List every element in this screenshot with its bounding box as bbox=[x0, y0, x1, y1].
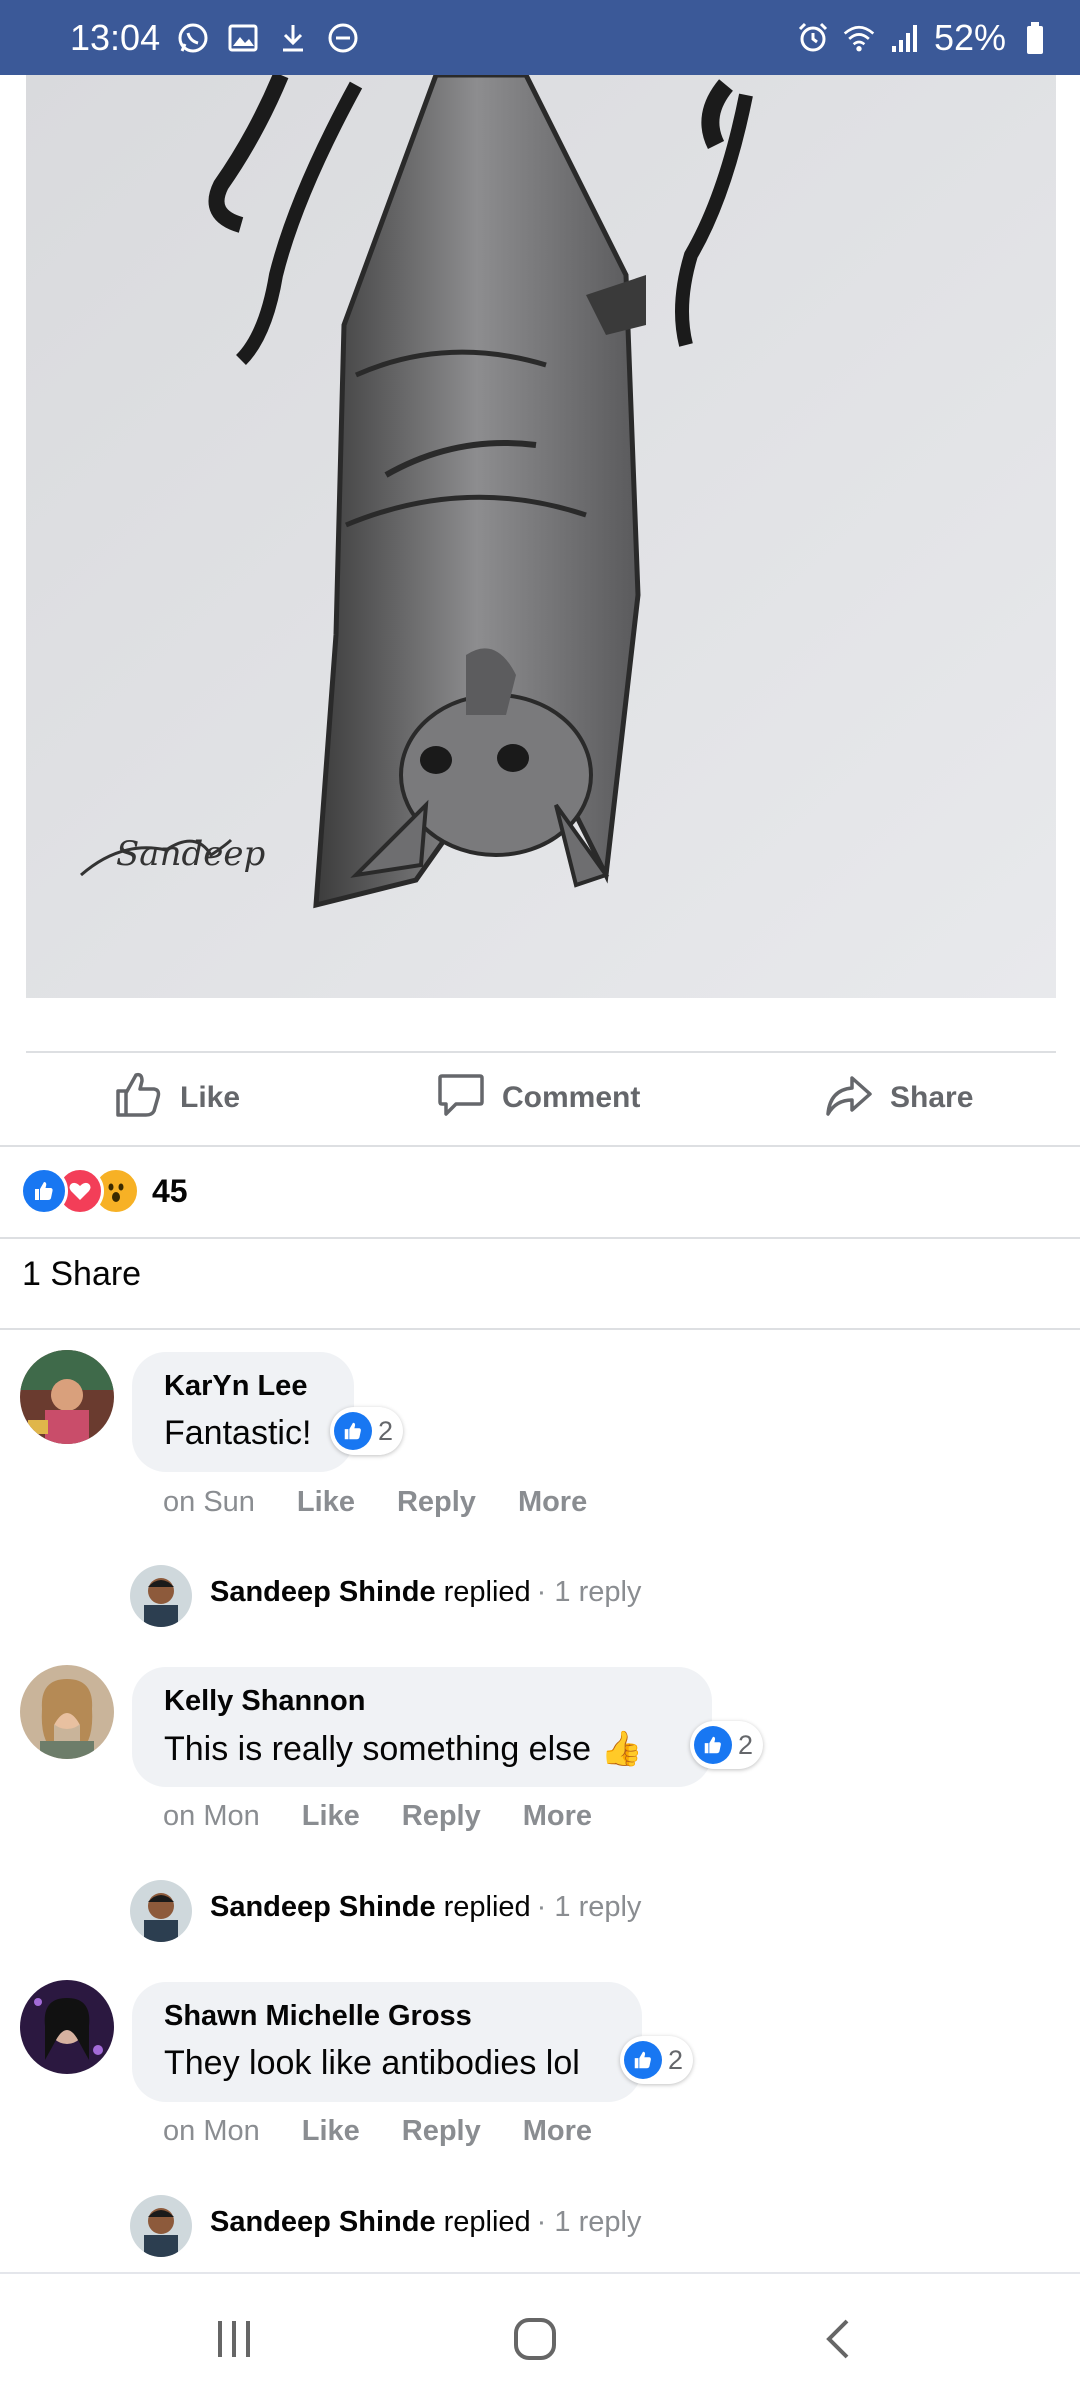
like-reaction-icon bbox=[334, 1412, 372, 1450]
reply-count: · 1 reply bbox=[536, 1576, 642, 1608]
recent-apps-button[interactable] bbox=[204, 2314, 264, 2364]
comment-more-button[interactable]: More bbox=[523, 2115, 592, 2148]
comment-meta: on Mon Like Reply More bbox=[163, 2115, 592, 2148]
alarm-icon bbox=[796, 21, 830, 55]
comment-like-button[interactable]: Like bbox=[297, 1486, 355, 1519]
comment-bubble[interactable]: Kelly Shannon This is really something e… bbox=[132, 1667, 712, 1787]
back-button[interactable] bbox=[808, 2314, 868, 2364]
clock: 13:04 bbox=[70, 16, 161, 58]
post-actions: Like Comment Share bbox=[0, 1050, 1080, 1145]
replied-text: replied bbox=[443, 2206, 531, 2238]
reply-count: · 1 reply bbox=[536, 1891, 642, 1923]
replier-name: Sandeep Shinde bbox=[210, 2206, 436, 2238]
whatsapp-icon bbox=[176, 21, 210, 55]
battery-percent: 52% bbox=[933, 16, 1006, 58]
comment-more-button[interactable]: More bbox=[523, 1800, 592, 1833]
like-button[interactable]: Like bbox=[112, 1050, 240, 1145]
reaction-count: 2 bbox=[378, 1415, 394, 1446]
comment-bubble[interactable]: Shawn Michelle Gross They look like anti… bbox=[132, 1982, 642, 2102]
comment-time: on Sun bbox=[163, 1486, 255, 1518]
comment-reply-button[interactable]: Reply bbox=[397, 1486, 476, 1519]
comment-time: on Mon bbox=[163, 2115, 260, 2147]
replier-name: Sandeep Shinde bbox=[210, 1891, 436, 1923]
reply-summary[interactable]: Sandeep Shinde replied · 1 reply bbox=[210, 2206, 641, 2239]
reply-count: · 1 reply bbox=[536, 2206, 642, 2238]
comment-meta: on Mon Like Reply More bbox=[163, 1800, 592, 1833]
divider bbox=[0, 1237, 1080, 1239]
comment-author[interactable]: Kelly Shannon bbox=[164, 1685, 365, 1718]
status-bar: 13:04 52% bbox=[0, 0, 1080, 75]
comment-text: They look like antibodies lol bbox=[164, 2044, 580, 2082]
comment-text: This is really something else 👍 bbox=[164, 1730, 643, 1768]
share-label: Share bbox=[890, 1080, 974, 1114]
comment-author[interactable]: KarYn Lee bbox=[164, 1370, 307, 1403]
battery-icon bbox=[1018, 21, 1052, 55]
share-count[interactable]: 1 Share bbox=[22, 1255, 141, 1294]
comment-more-button[interactable]: More bbox=[518, 1486, 587, 1519]
share-icon bbox=[824, 1070, 874, 1125]
comment-reaction-badge[interactable]: 2 bbox=[620, 2036, 694, 2084]
comment-label: Comment bbox=[502, 1080, 641, 1114]
replier-avatar[interactable] bbox=[130, 1565, 192, 1627]
replier-avatar[interactable] bbox=[130, 2195, 192, 2257]
divider bbox=[0, 1328, 1080, 1330]
reply-summary[interactable]: Sandeep Shinde replied · 1 reply bbox=[210, 1576, 641, 1609]
home-button[interactable] bbox=[505, 2314, 565, 2364]
replied-text: replied bbox=[443, 1891, 531, 1923]
signature-text: Sandeep bbox=[116, 834, 265, 874]
system-nav-bar bbox=[0, 2272, 1080, 2402]
thumbs-up-icon bbox=[112, 1069, 164, 1126]
gallery-icon bbox=[226, 21, 260, 55]
like-reaction-icon bbox=[694, 1726, 732, 1764]
like-reaction-icon bbox=[20, 1167, 68, 1215]
comment-reaction-badge[interactable]: 2 bbox=[330, 1407, 404, 1455]
dnd-icon bbox=[326, 21, 360, 55]
replier-avatar[interactable] bbox=[130, 1880, 192, 1942]
replied-text: replied bbox=[443, 1576, 531, 1608]
comment-meta: on Sun Like Reply More bbox=[163, 1486, 587, 1519]
share-button[interactable]: Share bbox=[824, 1050, 973, 1145]
comment-like-button[interactable]: Like bbox=[302, 2115, 360, 2148]
comment-reply-button[interactable]: Reply bbox=[402, 2115, 481, 2148]
reaction-count: 45 bbox=[152, 1172, 188, 1209]
like-reaction-icon bbox=[624, 2041, 662, 2079]
comment-icon bbox=[436, 1070, 486, 1125]
replier-name: Sandeep Shinde bbox=[210, 1576, 436, 1608]
avatar[interactable] bbox=[20, 1350, 114, 1444]
wifi-icon bbox=[842, 21, 876, 55]
comment-author[interactable]: Shawn Michelle Gross bbox=[164, 2000, 472, 2033]
divider bbox=[0, 1145, 1080, 1147]
comment-text: Fantastic! bbox=[164, 1414, 312, 1452]
signal-icon bbox=[888, 21, 922, 55]
download-icon bbox=[276, 21, 310, 55]
comment-button[interactable]: Comment bbox=[436, 1050, 640, 1145]
reaction-count: 2 bbox=[738, 1729, 754, 1760]
avatar[interactable] bbox=[20, 1980, 114, 2074]
comment-reply-button[interactable]: Reply bbox=[402, 1800, 481, 1833]
reply-summary[interactable]: Sandeep Shinde replied · 1 reply bbox=[210, 1891, 641, 1924]
comment-time: on Mon bbox=[163, 1800, 260, 1832]
comment-like-button[interactable]: Like bbox=[302, 1800, 360, 1833]
reactions-summary[interactable]: 45 bbox=[20, 1160, 188, 1222]
post-image[interactable]: Sandeep bbox=[26, 75, 1056, 998]
comment-reaction-badge[interactable]: 2 bbox=[690, 1721, 764, 1769]
comment-bubble[interactable]: KarYn Lee Fantastic! bbox=[132, 1352, 354, 1472]
reaction-count: 2 bbox=[668, 2044, 684, 2075]
like-label: Like bbox=[180, 1080, 241, 1114]
avatar[interactable] bbox=[20, 1665, 114, 1759]
